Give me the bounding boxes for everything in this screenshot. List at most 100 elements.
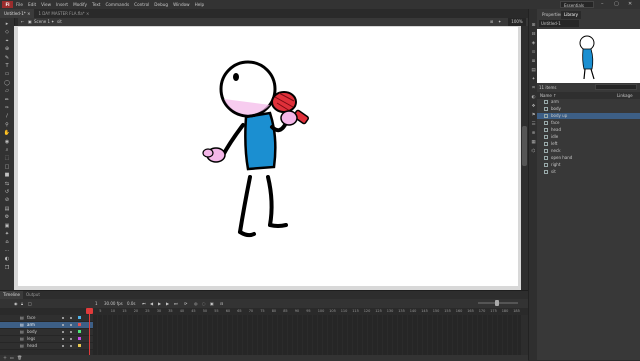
tool-7-icon[interactable]: ◯ (3, 80, 11, 87)
menu-insert[interactable]: Insert (56, 0, 68, 9)
character-drawing[interactable] (18, 27, 518, 286)
tool-5-icon[interactable]: T (3, 63, 11, 70)
library-item[interactable]: open hand (537, 155, 640, 161)
panel-strip-5-icon[interactable]: ▤ (530, 68, 537, 74)
tool-28-icon[interactable]: ◐ (3, 256, 11, 263)
visibility-dot[interactable] (62, 317, 64, 319)
lock-icon[interactable]: 🔒︎ (21, 299, 23, 308)
visibility-dot[interactable] (62, 324, 64, 326)
lock-dot[interactable] (70, 324, 72, 326)
tool-21-icon[interactable]: ⊘ (3, 197, 11, 204)
tool-8-icon[interactable]: ▱ (3, 88, 11, 95)
tool-0-icon[interactable]: ▸ (3, 21, 11, 28)
current-frame[interactable]: 1 (95, 299, 98, 308)
panel-strip-13-icon[interactable]: ▦ (530, 140, 537, 146)
new-folder-icon[interactable]: ▭ (10, 355, 14, 361)
panel-strip-4-icon[interactable]: ≣ (530, 59, 537, 65)
tool-22-icon[interactable]: ▤ (3, 206, 11, 213)
tab-output[interactable]: Output (23, 291, 43, 299)
play-icon[interactable]: ▶ (158, 299, 161, 308)
name-column-header[interactable]: Name ↑ (540, 92, 556, 99)
minimize-button[interactable]: – (601, 0, 604, 9)
delete-layer-icon[interactable]: 🗑︎ (17, 355, 22, 361)
lock-dot[interactable] (70, 331, 72, 333)
menu-commands[interactable]: Commands (105, 0, 129, 9)
tool-17-icon[interactable]: □ (3, 164, 11, 171)
tool-16-icon[interactable]: ⬚ (3, 155, 11, 162)
menu-debug[interactable]: Debug (154, 0, 168, 9)
library-item[interactable]: idle (537, 134, 640, 140)
layer-name[interactable]: face (27, 315, 36, 321)
menu-window[interactable]: Window (173, 0, 190, 9)
tool-20-icon[interactable]: ↺ (3, 189, 11, 196)
tab-timeline[interactable]: Timeline (0, 291, 24, 299)
panel-strip-6-icon[interactable]: ✦ (530, 77, 537, 83)
tool-2-icon[interactable]: ⌖ (3, 38, 11, 45)
tool-9-icon[interactable]: ✏ (3, 97, 11, 104)
menu-control[interactable]: Control (134, 0, 149, 9)
tool-18-icon[interactable]: ■ (3, 172, 11, 179)
tool-25-icon[interactable]: ✦ (3, 231, 11, 238)
zoom-field[interactable]: 100% (508, 18, 526, 26)
go-to-last-icon[interactable]: ⏭ (174, 299, 178, 308)
outline-icon[interactable]: □ (28, 299, 32, 308)
library-search-input[interactable] (595, 84, 637, 90)
tool-19-icon[interactable]: ⇆ (3, 181, 11, 188)
library-item[interactable]: face (537, 120, 640, 126)
back-arrow-icon[interactable]: ← (21, 18, 24, 26)
library-item[interactable]: body (537, 106, 640, 112)
tool-6-icon[interactable]: ▭ (3, 71, 11, 78)
tool-26-icon[interactable]: ⌂ (3, 239, 11, 246)
tool-24-icon[interactable]: ▣ (3, 223, 11, 230)
layer-name[interactable]: body (27, 329, 37, 335)
lock-dot[interactable] (70, 317, 72, 319)
layer-name[interactable]: arm (27, 322, 35, 328)
menu-help[interactable]: Help (195, 0, 205, 9)
doc-tab-master[interactable]: 1 DAY MASTER FLA.fla* × (34, 9, 93, 18)
tool-3-icon[interactable]: ⊕ (3, 46, 11, 53)
onion-outline-icon[interactable]: ◌ (202, 299, 206, 308)
timeline-zoom-handle[interactable] (495, 300, 499, 306)
library-item[interactable]: sit (537, 169, 640, 175)
tool-4-icon[interactable]: ✎ (3, 55, 11, 62)
layer-name[interactable]: head (27, 343, 37, 349)
stage-vertical-scrollbar[interactable] (521, 26, 528, 290)
panel-strip-3-icon[interactable]: ⊙ (530, 50, 537, 56)
tool-29-icon[interactable]: ❒ (3, 265, 11, 272)
layer-row[interactable]: ▤ body (0, 329, 93, 336)
go-to-first-icon[interactable]: ⏮ (142, 299, 146, 308)
tool-14-icon[interactable]: ◉ (3, 139, 11, 146)
doc-tab-untitled[interactable]: Untitled-1* × (0, 9, 35, 18)
layer-color-swatch[interactable] (78, 316, 81, 319)
new-layer-icon[interactable]: ＋ (3, 355, 7, 361)
menu-file[interactable]: File (16, 0, 23, 9)
edit-multiple-frames-icon[interactable]: ▣ (210, 299, 214, 308)
tool-13-icon[interactable]: ✋ (3, 130, 11, 137)
library-item[interactable]: neck (537, 148, 640, 154)
loop-icon[interactable]: ⟳ (184, 299, 187, 308)
lock-dot[interactable] (70, 345, 72, 347)
frames-grid[interactable] (93, 315, 521, 355)
step-forward-icon[interactable]: ▶ (166, 299, 169, 308)
linkage-column-header[interactable]: Linkage (617, 92, 633, 99)
tool-10-icon[interactable]: ✑ (3, 105, 11, 112)
center-frame-icon[interactable]: ⊟ (220, 299, 223, 308)
library-document-select[interactable]: Untitled-1 (539, 20, 579, 27)
stage[interactable] (18, 27, 518, 286)
step-back-icon[interactable]: ◀ (150, 299, 153, 308)
workspace-switcher[interactable]: Essentials (560, 1, 594, 8)
library-item[interactable]: head (537, 127, 640, 133)
scrollbar-thumb[interactable] (522, 126, 527, 166)
layer-color-swatch[interactable] (78, 337, 81, 340)
panel-strip-0-icon[interactable]: ⊞ (530, 23, 537, 29)
eye-icon[interactable]: ◉ (14, 299, 18, 308)
maximize-button[interactable]: ▢ (614, 0, 619, 9)
scene-label[interactable]: Scene 1 (34, 18, 50, 26)
edit-scene-icon[interactable]: ⊞ (490, 18, 493, 26)
symbol-label[interactable]: sit (57, 18, 62, 26)
panel-strip-10-icon[interactable]: ⚑ (530, 113, 537, 119)
layer-row[interactable]: ▤ face (0, 315, 93, 322)
tool-1-icon[interactable]: ◇ (3, 29, 11, 36)
edit-symbol-icon[interactable]: ✦ (498, 18, 501, 26)
menu-text[interactable]: Text (92, 0, 100, 9)
